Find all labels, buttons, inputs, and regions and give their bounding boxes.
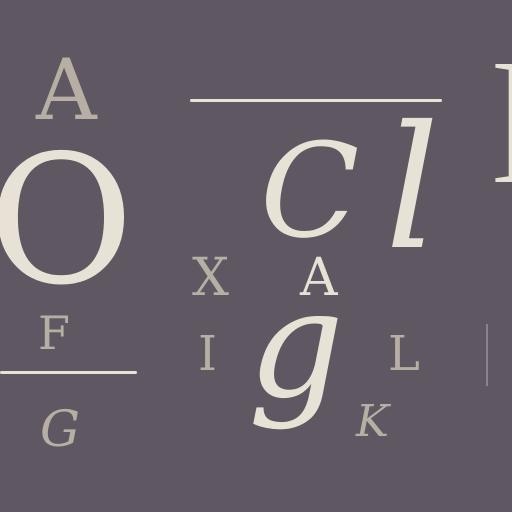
glyph-c-big: C <box>260 115 360 267</box>
typography-canvas: A l O C l X A F I g L G K <box>0 0 512 512</box>
glyph-l-script: l <box>385 90 440 288</box>
glyph-f-left: F <box>38 306 70 360</box>
glyph-x-mid: X <box>192 248 230 308</box>
glyph-i-mid: I <box>198 326 217 382</box>
glyph-g-small: G <box>40 400 80 458</box>
thin-vertical-rule <box>486 324 488 386</box>
glyph-l-mid: L <box>388 326 420 382</box>
glyph-k-small: K <box>356 396 389 447</box>
glyph-l-right: l <box>492 40 512 210</box>
glyph-g-script: g <box>248 258 345 432</box>
glyph-o-big: O <box>0 117 134 324</box>
bottom-left-rule <box>0 371 137 374</box>
